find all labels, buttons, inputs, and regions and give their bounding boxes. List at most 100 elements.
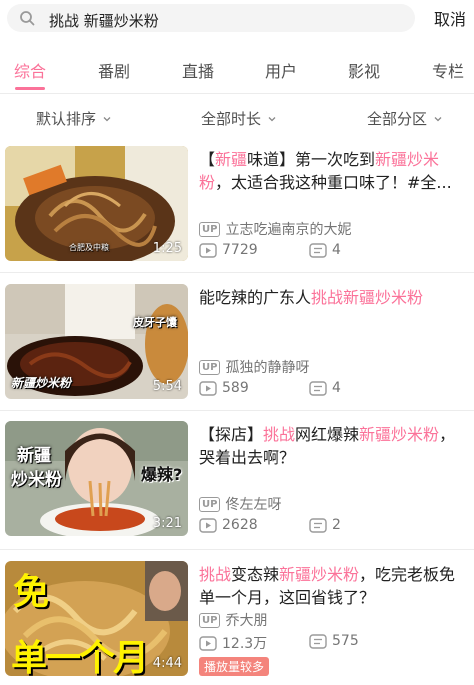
- video-title[interactable]: 【新疆味道】第一次吃到新疆炒米粉，太适合我这种重口味了！#全...: [199, 148, 469, 194]
- video-thumbnail[interactable]: 新疆 炒米粉 爆辣? 3:21: [5, 421, 188, 536]
- play-count-icon: [199, 517, 217, 533]
- divider: [0, 272, 474, 273]
- filter-sort-label: 默认排序: [36, 110, 97, 128]
- video-duration: 1:25: [152, 241, 182, 256]
- danmaku-count: 575: [309, 633, 359, 649]
- active-tab-indicator: [15, 87, 45, 90]
- title-text: 单一个月，这回省钱了？: [199, 588, 376, 607]
- video-result-4[interactable]: 免 单一个月 4:44 挑战变态辣新疆炒米粉，吃完老板免 单一个月，这回省钱了？ …: [0, 555, 474, 685]
- view-count: 7729: [199, 242, 258, 258]
- tab-films[interactable]: 影视: [348, 58, 380, 82]
- video-result-1[interactable]: 合肥及中粮 1:25 【新疆味道】第一次吃到新疆炒米粉，太适合我这种重口味了！#…: [0, 140, 474, 278]
- popular-tag-badge: 播放量较多: [199, 657, 270, 676]
- title-highlight: 挑战新疆炒米粉: [311, 288, 424, 307]
- thumbnail-overlay-text: 免: [13, 572, 50, 613]
- play-count-icon: [199, 380, 217, 396]
- video-thumbnail[interactable]: 免 单一个月 4:44: [5, 561, 188, 676]
- view-count: 2628: [199, 517, 258, 533]
- title-highlight: 挑战: [199, 565, 232, 584]
- title-highlight: 挑战: [263, 425, 296, 444]
- title-text: 哭着出去啊？: [199, 448, 296, 467]
- up-badge-icon: UP: [199, 612, 221, 628]
- danmaku-icon: [309, 242, 327, 258]
- thumbnail-caption: 合肥及中粮: [69, 243, 109, 252]
- video-result-3[interactable]: 新疆 炒米粉 爆辣? 3:21 【探店】挑战网红爆辣新疆炒米粉， 哭着出去啊？ U…: [0, 415, 474, 550]
- uploader-name: 乔大朋: [225, 613, 268, 629]
- uploader-name: 立志吃遍南京的大妮: [225, 222, 352, 238]
- video-title[interactable]: 挑战变态辣新疆炒米粉，吃完老板免单一个月，这回省钱了？: [199, 563, 469, 609]
- tab-live[interactable]: 直播: [182, 58, 214, 82]
- uploader-line[interactable]: UP 孤独的静静呀: [199, 357, 309, 377]
- divider: [0, 549, 474, 550]
- danmaku-count: 4: [309, 242, 341, 258]
- title-highlight: 粉: [199, 173, 216, 192]
- play-count-icon: [199, 242, 217, 258]
- search-bar[interactable]: 挑战 新疆炒米粉: [7, 4, 415, 32]
- tab-all[interactable]: 综合: [14, 58, 46, 82]
- video-duration: 4:44: [152, 656, 182, 671]
- search-icon: [20, 11, 35, 26]
- thumbnail-overlay-text: 新疆: [17, 446, 51, 466]
- filter-zone-label: 全部分区: [367, 110, 428, 128]
- up-badge-icon: UP: [199, 496, 221, 512]
- thumbnail-overlay-text: 炒米粉: [11, 470, 62, 490]
- view-count-value: 2628: [222, 517, 258, 533]
- danmaku-count-value: 575: [332, 633, 359, 649]
- thumbnail-overlay-text: 单一个月: [11, 638, 149, 676]
- danmaku-count-value: 4: [332, 380, 341, 396]
- video-thumbnail[interactable]: 皮牙子馕 新疆炒米粉 5:54: [5, 284, 188, 399]
- search-input[interactable]: 挑战 新疆炒米粉: [49, 10, 159, 31]
- title-text: 变态辣: [231, 565, 280, 584]
- view-count: 589: [199, 380, 249, 396]
- chevron-down-icon: [268, 116, 276, 121]
- filter-duration-label: 全部时长: [201, 110, 262, 128]
- uploader-name: 佟左左呀: [225, 497, 282, 513]
- play-count-icon: [199, 635, 217, 651]
- chevron-down-icon: [434, 116, 442, 121]
- title-highlight: 新疆炒米: [375, 150, 440, 169]
- up-badge-icon: UP: [199, 221, 221, 237]
- danmaku-icon: [309, 380, 327, 396]
- danmaku-count: 4: [309, 380, 341, 396]
- uploader-line[interactable]: UP 乔大朋: [199, 610, 267, 630]
- filter-sort[interactable]: 默认排序: [36, 108, 112, 129]
- title-highlight: 新疆: [215, 150, 248, 169]
- thumbnail-overlay-text: 皮牙子馕: [133, 316, 177, 329]
- filter-duration[interactable]: 全部时长: [201, 108, 277, 129]
- title-text: ，吃完老板免: [359, 565, 456, 584]
- video-title[interactable]: 【探店】挑战网红爆辣新疆炒米粉， 哭着出去啊？: [199, 423, 469, 469]
- title-text: 【探店】: [199, 425, 264, 444]
- view-count-value: 12.3万: [222, 636, 268, 652]
- cancel-button[interactable]: 取消: [434, 6, 466, 30]
- category-tabs: 综合 番剧 直播 用户 影视 专栏: [0, 52, 474, 92]
- uploader-line[interactable]: UP 佟左左呀: [199, 494, 281, 514]
- tab-users[interactable]: 用户: [265, 58, 297, 82]
- view-count-value: 589: [222, 380, 249, 396]
- title-text: 【: [199, 150, 216, 169]
- danmaku-count-value: 2: [332, 517, 341, 533]
- filter-zone[interactable]: 全部分区: [367, 108, 443, 129]
- thumbnail-overlay-text: 爆辣?: [141, 465, 183, 484]
- view-count: 12.3万: [199, 633, 267, 653]
- view-count-value: 7729: [222, 242, 258, 258]
- title-highlight: 新疆炒米粉: [359, 425, 440, 444]
- chevron-down-icon: [103, 116, 111, 121]
- video-thumbnail[interactable]: 合肥及中粮 1:25: [5, 146, 188, 261]
- thumbnail-overlay-text: 新疆炒米粉: [11, 376, 72, 390]
- video-result-2[interactable]: 皮牙子馕 新疆炒米粉 5:54 能吃辣的广东人挑战新疆炒米粉 UP 孤独的静静呀…: [0, 278, 474, 410]
- uploader-line[interactable]: UP 立志吃遍南京的大妮: [199, 219, 351, 239]
- title-text: ，太适合我这种重口味了！#全...: [215, 173, 452, 192]
- video-duration: 5:54: [152, 379, 182, 394]
- video-title[interactable]: 能吃辣的广东人挑战新疆炒米粉: [199, 286, 469, 309]
- title-text: 能吃辣的广东人: [199, 288, 312, 307]
- danmaku-icon: [309, 633, 327, 649]
- danmaku-icon: [309, 517, 327, 533]
- tab-bangumi[interactable]: 番剧: [98, 58, 130, 82]
- title-highlight: 新疆炒米粉: [279, 565, 360, 584]
- filter-bar: 默认排序 全部时长 全部分区: [0, 104, 474, 134]
- divider: [0, 93, 474, 94]
- danmaku-count: 2: [309, 517, 341, 533]
- title-text: 味道】第一次吃到: [247, 150, 376, 169]
- up-badge-icon: UP: [199, 359, 221, 375]
- tab-articles[interactable]: 专栏: [432, 58, 464, 82]
